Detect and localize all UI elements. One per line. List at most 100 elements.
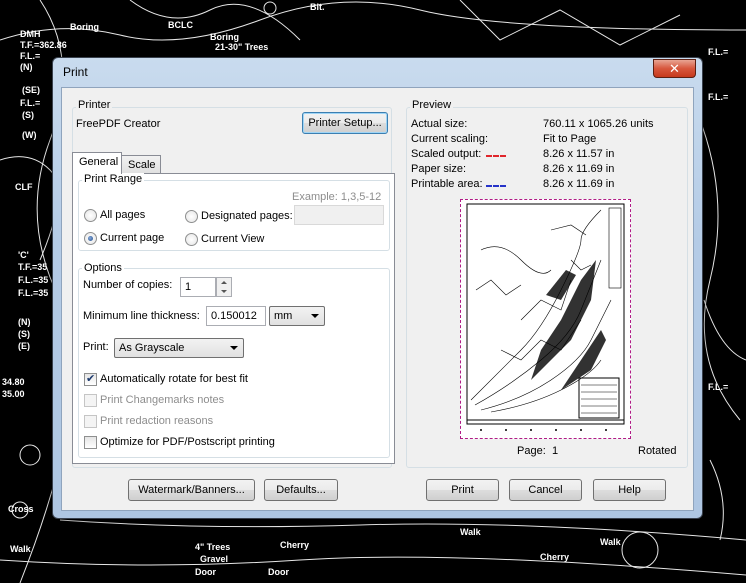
bg-label: Cherry (540, 552, 569, 562)
chevron-down-icon (230, 346, 238, 350)
printer-group-title: Printer (76, 99, 113, 111)
options-title: Options (82, 262, 124, 274)
all-pages-radio[interactable] (84, 209, 97, 222)
bg-label: F.L.=35 (18, 275, 48, 285)
page-range-example: Example: 1,3,5-12 (292, 191, 382, 203)
copies-label: Number of copies: (83, 279, 173, 291)
changemarks-checkbox[interactable] (84, 394, 97, 407)
preview-group-title: Preview (410, 99, 454, 111)
dialog-client-area: Printer FreePDF Creator Printer Setup...… (61, 87, 694, 511)
designated-pages-radio[interactable] (185, 210, 198, 223)
redaction-label: Print redaction reasons (100, 415, 214, 427)
actual-size-value: 760.11 x 1065.26 units (543, 118, 654, 130)
line-thickness-input[interactable]: 0.150012 (206, 306, 266, 326)
bg-label: BCLC (168, 20, 193, 30)
redaction-checkbox[interactable] (84, 415, 97, 428)
print-mode-value: As Grayscale (119, 342, 185, 354)
tab-scale[interactable]: Scale (121, 155, 161, 174)
bg-label: F.L.= (20, 51, 40, 61)
chevron-down-icon (311, 314, 319, 318)
print-dialog: Print ✕ Printer FreePDF Creator Printer … (52, 57, 703, 519)
bg-label: F.L.= (708, 92, 728, 102)
bg-label: Door (195, 567, 216, 577)
bg-label: CLF (15, 182, 33, 192)
watermark-banners-button[interactable]: Watermark/Banners... (128, 479, 255, 501)
designated-pages-input[interactable] (294, 205, 384, 225)
bg-label: Walk (460, 527, 482, 537)
bg-label: 'C' (18, 250, 29, 260)
copies-spinner[interactable] (216, 277, 232, 297)
current-page-label[interactable]: Current page (100, 232, 164, 244)
bg-label: 34.80 (2, 377, 25, 387)
optimize-label[interactable]: Optimize for PDF/Postscript printing (100, 436, 275, 448)
bg-label: Cross (8, 504, 34, 514)
bg-label: (S) (18, 329, 30, 339)
auto-rotate-checkbox[interactable] (84, 372, 97, 386)
bg-label: (E) (18, 341, 30, 351)
optimize-checkbox[interactable] (84, 436, 97, 449)
page-indicator-label: Page: (517, 445, 546, 457)
auto-rotate-label[interactable]: Automatically rotate for best fit (100, 373, 248, 385)
defaults-button[interactable]: Defaults... (264, 479, 338, 501)
scaled-output-swatch (486, 155, 506, 157)
bg-label: Gravel (200, 554, 228, 564)
bg-label: F.L.=35 (18, 288, 48, 298)
paper-size-label: Paper size: (411, 163, 467, 175)
bg-label: Boring (210, 32, 239, 42)
title-bar[interactable]: Print ✕ (53, 58, 702, 86)
bg-label: (SE) (22, 85, 40, 95)
bg-label: DMH (20, 29, 41, 39)
bg-label: 35.00 (2, 389, 25, 399)
bg-label: Bit. (310, 2, 325, 12)
rotated-indicator: Rotated (638, 445, 677, 457)
options-group (78, 268, 390, 458)
line-unit-value: mm (274, 310, 293, 322)
bg-label: Door (268, 567, 289, 577)
printable-area-label: Printable area: (411, 178, 483, 190)
bg-label: 4" Trees (195, 542, 230, 552)
bg-label: (S) (22, 110, 34, 120)
spin-down-icon[interactable] (217, 287, 231, 296)
window-title: Print (63, 65, 88, 79)
bg-label: Boring (70, 22, 99, 32)
current-scaling-label: Current scaling: (411, 133, 489, 145)
tab-general[interactable]: General (72, 152, 122, 174)
current-view-radio[interactable] (185, 233, 198, 246)
line-thickness-label: Minimum line thickness: (83, 310, 200, 322)
current-view-label[interactable]: Current View (201, 233, 264, 245)
print-button[interactable]: Print (426, 479, 499, 501)
help-button[interactable]: Help (593, 479, 666, 501)
printer-setup-button[interactable]: Printer Setup... (302, 112, 388, 134)
print-mode-select[interactable]: As Grayscale (114, 338, 244, 358)
scaled-output-label: Scaled output: (411, 148, 482, 160)
current-scaling-value: Fit to Page (543, 133, 597, 145)
changemarks-label: Print Changemarks notes (100, 394, 225, 406)
actual-size-label: Actual size: (411, 118, 468, 130)
general-tab-panel: Print Range Example: 1,3,5-12 All pages … (72, 173, 395, 464)
bg-label: T.F.=362.86 (20, 40, 67, 50)
page-indicator-number: 1 (552, 445, 559, 457)
bg-label: 21-30" Trees (215, 42, 268, 52)
printer-name: FreePDF Creator (76, 118, 161, 130)
bg-label: F.L.= (708, 382, 728, 392)
spin-up-icon[interactable] (217, 278, 231, 287)
copies-input[interactable]: 1 (180, 277, 216, 297)
page-preview (460, 199, 631, 439)
designated-pages-label[interactable]: Designated pages: (201, 210, 293, 222)
printable-area-swatch (486, 185, 506, 187)
paper-size-value: 8.26 x 11.69 in (543, 163, 615, 175)
printable-area-value: 8.26 x 11.69 in (543, 178, 615, 190)
close-icon: ✕ (669, 61, 680, 76)
current-page-radio[interactable] (84, 232, 97, 245)
cancel-button[interactable]: Cancel (509, 479, 582, 501)
close-button[interactable]: ✕ (653, 59, 696, 78)
bg-label: F.L.= (20, 98, 40, 108)
bg-label: (W) (22, 130, 37, 140)
bg-label: Walk (10, 544, 32, 554)
print-mode-label: Print: (83, 341, 109, 353)
line-unit-select[interactable]: mm (269, 306, 325, 326)
bg-label: (N) (18, 317, 31, 327)
bg-label: Walk (600, 537, 622, 547)
all-pages-label[interactable]: All pages (100, 209, 145, 221)
scaled-output-value: 8.26 x 11.57 in (543, 148, 615, 160)
